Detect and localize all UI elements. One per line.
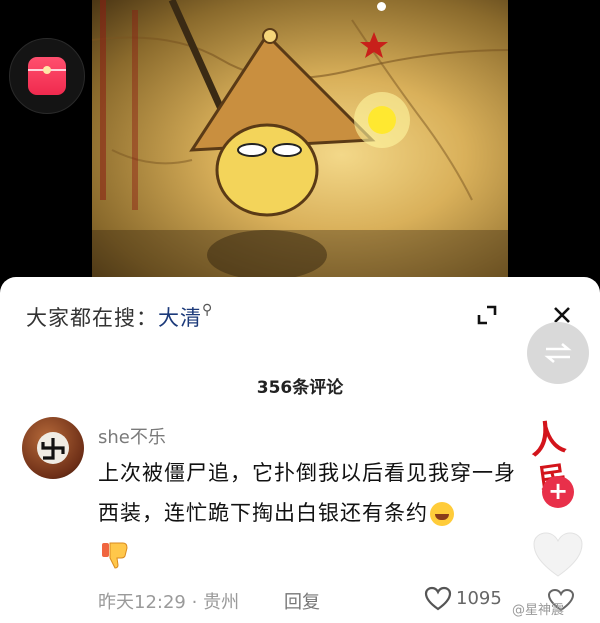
- follow-plus-button[interactable]: +: [542, 476, 574, 508]
- expand-button[interactable]: [470, 298, 504, 332]
- heart-icon[interactable]: [424, 586, 452, 612]
- comment-count: 356条评论: [256, 378, 344, 398]
- video-frame[interactable]: [92, 0, 508, 282]
- stamp-char-1: 人: [526, 416, 569, 463]
- meta-separator: ·: [191, 592, 198, 613]
- avatar-emblem: [37, 432, 69, 464]
- comment-time: 昨天12:29: [98, 592, 186, 613]
- thumb-down-icon: [102, 542, 128, 569]
- red-packet-icon: [28, 57, 66, 95]
- comment-username[interactable]: she不乐: [98, 423, 166, 449]
- watermark: @星神震: [512, 603, 565, 618]
- swap-icon: [544, 343, 572, 363]
- red-packet-button[interactable]: [9, 38, 85, 114]
- comment-location: 贵州: [203, 592, 240, 613]
- big-heart-icon[interactable]: [530, 530, 586, 580]
- expand-icon: [477, 305, 497, 325]
- video-player[interactable]: [0, 0, 600, 282]
- comment-body: 上次被僵尸追，它扑倒我以后看见我穿一身西装，连忙跪下掏出白银还有条约: [98, 453, 528, 533]
- reply-button[interactable]: 回复: [284, 588, 320, 614]
- hot-search-row[interactable]: 大家都在搜：大清⚲: [26, 302, 213, 332]
- comment-meta: 昨天12:29 · 贵州: [98, 588, 239, 614]
- hot-search-keyword[interactable]: 大清: [158, 306, 202, 330]
- comment-sheet: 大家都在搜：大清⚲ 356条评论 she不乐 上次被僵尸追，它扑倒我以后看见我穿…: [0, 277, 600, 623]
- avatar[interactable]: [22, 417, 84, 479]
- search-icon: ⚲: [202, 302, 214, 318]
- laugh-emoji: [430, 502, 454, 526]
- hot-search-prefix: 大家都在搜：: [26, 306, 158, 330]
- status-dot: [377, 2, 386, 11]
- video-illustration: [92, 0, 508, 282]
- like-count: 1095: [456, 588, 502, 609]
